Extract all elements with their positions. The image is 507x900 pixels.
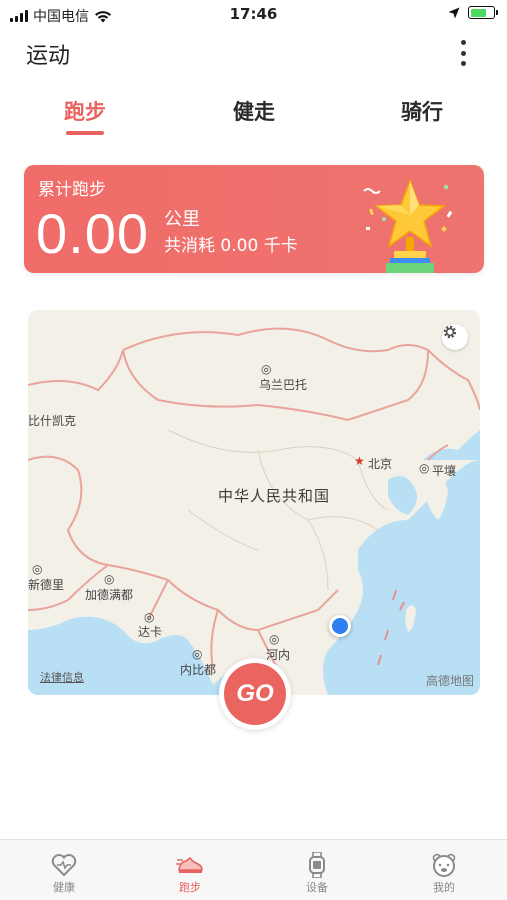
status-right — [448, 6, 498, 19]
location-arrow-icon — [448, 7, 460, 18]
map-label-dhaka: 达卡 — [138, 625, 163, 639]
map-label-china: 中华人民共和国 — [218, 487, 331, 505]
nav-label-device: 设备 — [306, 881, 328, 894]
trophy-icon — [363, 178, 453, 273]
tab-cycling[interactable]: 骑行 — [382, 96, 462, 126]
map-settings-button[interactable] — [442, 324, 468, 350]
map-marker-dhaka: ◎ — [144, 610, 155, 624]
map-label-kathmandu: 加德满都 — [85, 588, 134, 602]
map-label-ulaanbaatar: 乌兰巴托 — [259, 378, 308, 392]
running-shoe-icon — [176, 856, 203, 873]
gear-icon — [443, 325, 457, 339]
nav-item-profile[interactable]: 我的 — [404, 840, 484, 900]
running-summary-card[interactable]: 累计跑步 0.00 公里 共消耗 0.00 千卡 — [24, 165, 484, 273]
more-vertical-icon — [460, 40, 466, 45]
status-bar: 中国电信 17:46 — [0, 0, 507, 28]
distance-unit: 公里 — [164, 209, 200, 230]
tab-running[interactable]: 跑步 — [45, 96, 125, 126]
nav-label-running: 跑步 — [179, 881, 201, 894]
map-attribution: 高德地图 — [425, 674, 474, 688]
map-label-new-delhi: 新德里 — [28, 578, 65, 592]
total-distance: 0.00 — [36, 202, 149, 265]
heart-icon — [51, 854, 77, 877]
go-button[interactable]: GO — [224, 663, 286, 725]
capital-star-icon: ★ — [354, 454, 365, 468]
page-title: 运动 — [26, 44, 71, 69]
map-label-bishkek: 比什凯克 — [28, 414, 77, 428]
map-marker-hanoi: ◎ — [269, 632, 280, 646]
tab-walking[interactable]: 健走 — [214, 96, 294, 126]
map-label-naypyidaw: 内比都 — [180, 663, 217, 677]
more-options-button[interactable] — [457, 40, 469, 66]
map-marker-naypyidaw: ◎ — [192, 647, 203, 661]
nav-label-profile: 我的 — [433, 881, 455, 894]
nav-item-device[interactable]: 设备 — [277, 840, 357, 900]
map-view[interactable]: ◎ 乌兰巴托 比什凯克 ★ 北京 平壤 ◎ 中华人民共和国 新德里 ◎ ◎ 加德… — [28, 310, 480, 695]
map-label-pyongyang: 平壤 — [432, 464, 457, 478]
bottom-navigation: 健康 跑步 设备 我的 — [0, 839, 507, 900]
status-time: 17:46 — [229, 5, 278, 23]
map-marker-ulaanbaatar: ◎ — [261, 362, 272, 376]
watch-icon — [309, 852, 325, 878]
bear-face-icon — [432, 853, 456, 877]
map-marker-pyongyang: ◎ — [419, 461, 430, 475]
nav-label-health: 健康 — [53, 881, 75, 894]
map-marker-kathmandu: ◎ — [104, 572, 115, 586]
current-location-dot — [329, 615, 351, 637]
map-marker-new-delhi: ◎ — [32, 562, 43, 576]
calories-text: 共消耗 0.00 千卡 — [164, 236, 298, 256]
battery-icon — [468, 6, 498, 19]
nav-item-running[interactable]: 跑步 — [150, 840, 230, 900]
legal-info-link[interactable]: 法律信息 — [40, 669, 84, 685]
map-label-beijing: 北京 — [368, 457, 393, 471]
active-tab-indicator — [66, 131, 104, 135]
summary-title: 累计跑步 — [38, 180, 106, 200]
nav-item-health[interactable]: 健康 — [24, 840, 104, 900]
